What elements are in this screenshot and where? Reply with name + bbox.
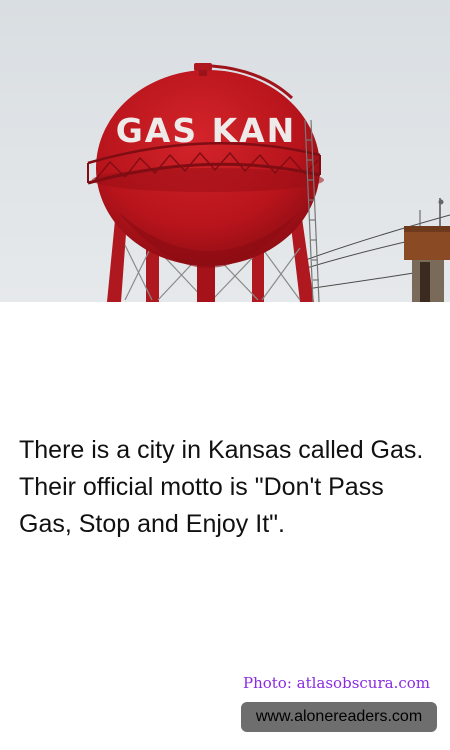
site-watermark-badge[interactable]: www.alonereaders.com [241, 702, 437, 732]
photo-credit[interactable]: Photo: atlasobscura.com [243, 674, 430, 692]
tower-lettering: GAS KAN [116, 111, 297, 150]
water-tower-illustration: GAS KAN [0, 0, 450, 302]
fact-text: There is a city in Kansas called Gas. Th… [19, 436, 424, 538]
water-tower-photo: GAS KAN [0, 0, 450, 302]
